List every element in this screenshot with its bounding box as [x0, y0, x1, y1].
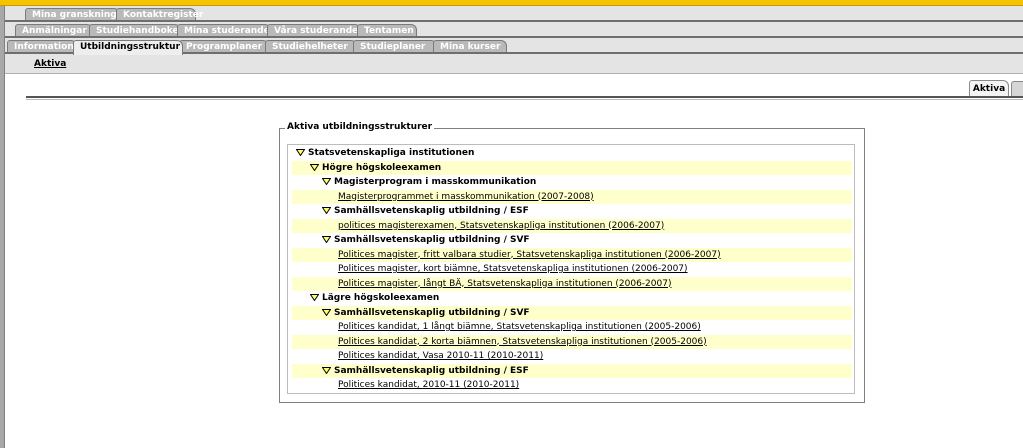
tab-row-divider	[5, 20, 1023, 22]
tree-item-row: politices magisterexamen, Statsvetenskap…	[292, 218, 852, 233]
tree-item-link[interactable]: Magisterprogrammet i masskommunikation (…	[338, 192, 594, 202]
tree-item-link[interactable]: Politices magister, långt BÄ, Statsveten…	[338, 279, 671, 289]
tree-item-link[interactable]: Politices magister, kort biämne, Statsve…	[338, 264, 688, 274]
expand-arrow-icon[interactable]	[310, 163, 319, 171]
tree-folder-label: Samhällsvetenskaplig utbildning / SVF	[334, 307, 530, 318]
expand-arrow-icon[interactable]	[322, 178, 331, 185]
tree-item-link[interactable]: politices magisterexamen, Statsvetenskap…	[338, 221, 664, 231]
tree-folder-row: Magisterprogram i masskommunikation	[292, 175, 852, 189]
tree-folder-label: Magisterprogram i masskommunikation	[334, 177, 537, 187]
tree-item-row: Politices kandidat, 1 långt biämne, Stat…	[292, 320, 852, 334]
tree-item-link[interactable]: Politices kandidat, 2 korta biämnen, Sta…	[338, 337, 707, 347]
expand-arrow-icon[interactable]	[322, 207, 331, 214]
tree-folder-label: Samhällsvetenskaplig utbildning / ESF	[334, 206, 529, 216]
tree-item-link[interactable]: Politices kandidat, 2010-11 (2010-2011)	[338, 380, 519, 390]
expand-arrow-icon[interactable]	[322, 236, 331, 243]
tree-item-row: Politices kandidat, Vasa 2010-11 (2010-2…	[292, 349, 852, 363]
tree-item-row: Politices magister, fritt valbara studie…	[292, 247, 852, 262]
expand-arrow-icon[interactable]	[322, 366, 331, 374]
expand-arrow-icon[interactable]	[322, 308, 331, 316]
tree-folder-row: Samhällsvetenskaplig utbildning / ESF	[292, 363, 852, 378]
tree-folder-label: Lägre högskoleexamen	[322, 293, 440, 303]
tree-folder-row: Statsvetenskapliga institutionen	[292, 146, 852, 160]
tree-item-row: Politices kandidat, 2010-11 (2010-2011)	[292, 378, 852, 392]
divider	[5, 73, 1023, 74]
tree-folder-row: Samhällsvetenskaplig utbildning / ESF	[292, 204, 852, 218]
tab-row-divider	[5, 36, 1023, 38]
tree-folder-row: Samhällsvetenskaplig utbildning / SVF	[292, 305, 852, 320]
tab-aktiva[interactable]: Aktiva	[969, 80, 1009, 96]
tree-folder-row: Samhällsvetenskaplig utbildning / SVF	[292, 233, 852, 247]
tree-item-row: Politices magister, kort biämne, Statsve…	[292, 262, 852, 276]
tree-folder-row: Högre högskoleexamen	[292, 160, 852, 175]
tree-item-row: Politices kandidat, 2 korta biämnen, Sta…	[292, 334, 852, 349]
panel-legend: Aktiva utbildningsstrukturer	[285, 122, 435, 132]
structure-tree: Statsvetenskapliga institutionen Högre hö…	[287, 144, 855, 394]
subnav-aktiva-link[interactable]: Aktiva	[34, 59, 66, 69]
tree-item-link[interactable]: Politices kandidat, Vasa 2010-11 (2010-2…	[338, 351, 543, 361]
content-divider-shadow	[26, 99, 1023, 100]
expand-arrow-icon[interactable]	[310, 294, 319, 301]
content-divider	[26, 96, 1023, 98]
tree-item-link[interactable]: Politices magister, fritt valbara studie…	[338, 250, 721, 260]
tree-folder-label: Samhällsvetenskaplig utbildning / SVF	[334, 235, 530, 245]
tree-folder-row: Lägre högskoleexamen	[292, 291, 852, 305]
tab-navigation: Mina granskningar Kontaktregister Anmälni…	[5, 6, 1023, 55]
tree-item-link[interactable]: Politices kandidat, 1 långt biämne, Stat…	[338, 322, 701, 332]
expand-arrow-icon[interactable]	[296, 149, 305, 156]
sub-navigation: Aktiva	[5, 54, 1023, 73]
tree-item-row: Magisterprogrammet i masskommunikation (…	[292, 189, 852, 204]
tab-next[interactable]	[1011, 81, 1023, 96]
tree-item-row: Politices magister, långt BÄ, Statsveten…	[292, 276, 852, 291]
tree-folder-label: Samhällsvetenskaplig utbildning / ESF	[334, 365, 529, 376]
tree-folder-label: Statsvetenskapliga institutionen	[308, 148, 475, 158]
tree-folder-label: Högre högskoleexamen	[322, 162, 442, 173]
tab-utbildningsstruktur[interactable]: Utbildningsstruktur	[73, 40, 183, 55]
